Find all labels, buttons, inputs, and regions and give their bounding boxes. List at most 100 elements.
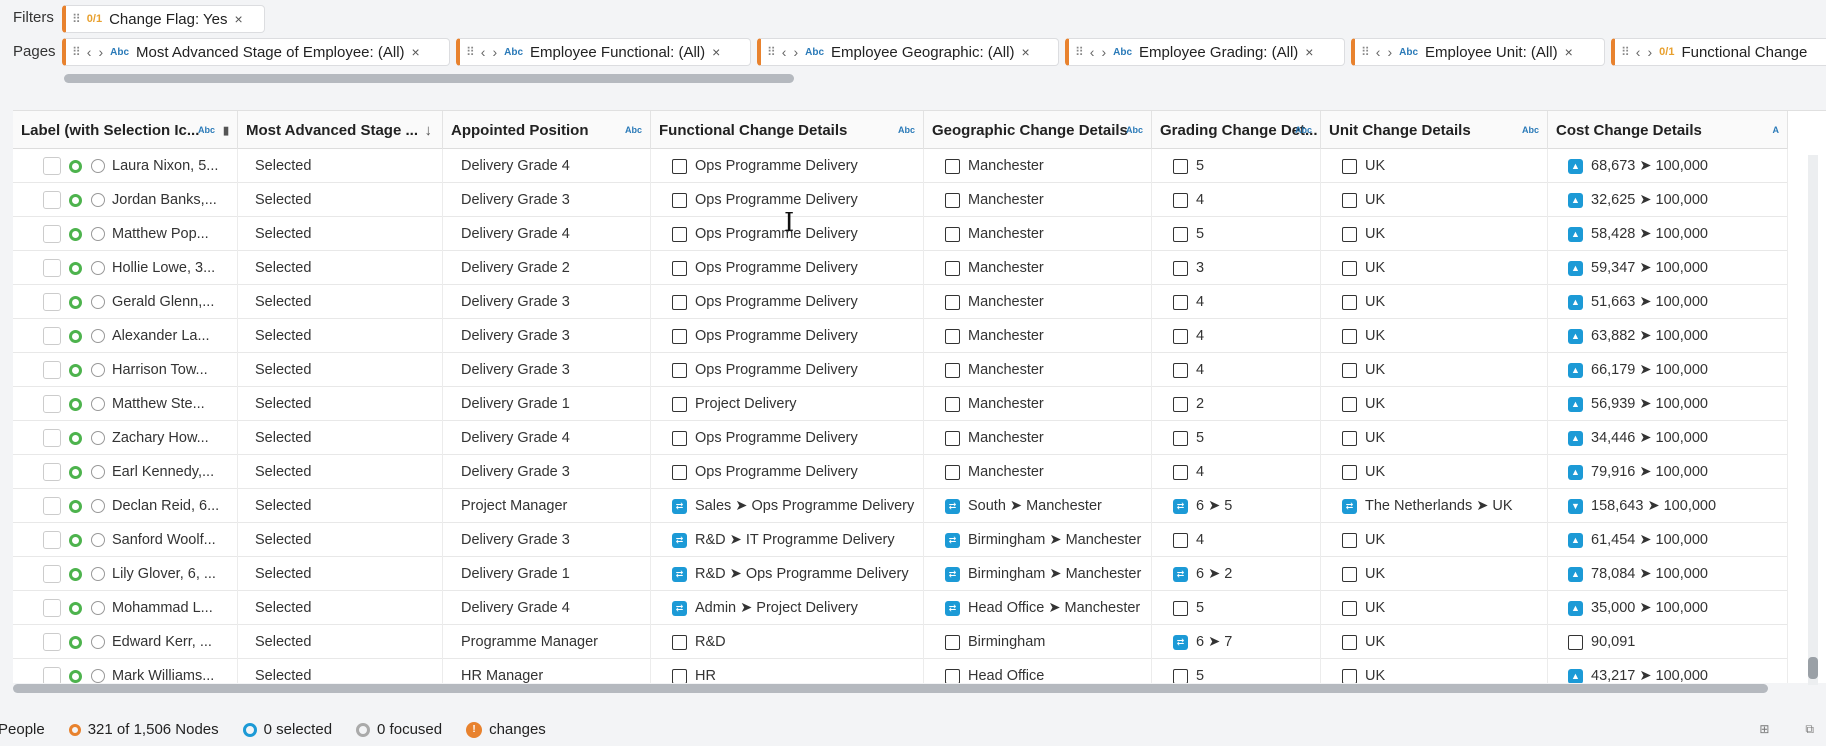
column-header[interactable]: Label (with Selection Ic... Abc ▮	[13, 111, 238, 149]
position-cell[interactable]: Delivery Grade 1	[443, 387, 651, 421]
unit-change-cell[interactable]: UK	[1321, 659, 1548, 683]
chevron-left-icon[interactable]: ‹	[782, 44, 787, 60]
page-pill[interactable]: ⠿ ‹ › 0/1 Functional Change	[1611, 38, 1826, 66]
geographic-change-cell[interactable]: Manchester	[924, 149, 1152, 183]
sort-descending-icon[interactable]: ↓	[425, 122, 433, 139]
geographic-change-cell[interactable]: Manchester	[924, 217, 1152, 251]
remove-page-icon[interactable]: ×	[1305, 44, 1313, 60]
grading-change-cell[interactable]: 5	[1152, 149, 1321, 183]
unit-change-cell[interactable]: UK	[1321, 625, 1548, 659]
row-select-checkbox[interactable]	[43, 293, 61, 311]
label-cell[interactable]: Hollie Lowe, 3...	[13, 251, 238, 285]
focus-status-icon[interactable]	[91, 227, 105, 241]
grading-change-cell[interactable]: 4	[1152, 523, 1321, 557]
label-cell[interactable]: Alexander La...	[13, 319, 238, 353]
stage-cell[interactable]: Selected	[238, 285, 443, 319]
cost-change-cell[interactable]: ▲ 43,217 ➤ 100,000	[1548, 659, 1788, 683]
row-select-checkbox[interactable]	[43, 395, 61, 413]
page-pill[interactable]: ⠿ ‹ › Abc Most Advanced Stage of Employee: (…	[62, 38, 450, 66]
drag-handle-icon[interactable]: ⠿	[1075, 45, 1084, 59]
focus-status-icon[interactable]	[91, 635, 105, 649]
grading-change-cell[interactable]: 5	[1152, 659, 1321, 683]
column-header[interactable]: Functional Change Details Abc	[651, 111, 924, 149]
drag-handle-icon[interactable]: ⠿	[1621, 45, 1630, 59]
unit-change-cell[interactable]: UK	[1321, 183, 1548, 217]
geographic-change-cell[interactable]: ⇄ South ➤ Manchester	[924, 489, 1152, 523]
remove-page-icon[interactable]: ×	[1565, 44, 1573, 60]
functional-change-cell[interactable]: R&D	[651, 625, 924, 659]
chevron-right-icon[interactable]: ›	[492, 44, 497, 60]
pages-scrollbar[interactable]	[64, 74, 794, 83]
focus-status-icon[interactable]	[91, 669, 105, 683]
column-header[interactable]: Appointed Position Abc	[443, 111, 651, 149]
label-cell[interactable]: Sanford Woolf...	[13, 523, 238, 557]
row-select-checkbox[interactable]	[43, 599, 61, 617]
stage-cell[interactable]: Selected	[238, 557, 443, 591]
label-cell[interactable]: Zachary How...	[13, 421, 238, 455]
table-row[interactable]: Hollie Lowe, 3... Selected Delivery Grade …	[13, 251, 1788, 285]
unit-change-cell[interactable]: UK	[1321, 455, 1548, 489]
grading-change-cell[interactable]: 5	[1152, 421, 1321, 455]
geographic-change-cell[interactable]: ⇄ Birmingham ➤ Manchester	[924, 557, 1152, 591]
grading-change-cell[interactable]: 4	[1152, 319, 1321, 353]
row-select-checkbox[interactable]	[43, 191, 61, 209]
changes-indicator[interactable]: ! changes	[466, 721, 546, 738]
position-cell[interactable]: Delivery Grade 3	[443, 285, 651, 319]
position-cell[interactable]: Delivery Grade 3	[443, 183, 651, 217]
unit-change-cell[interactable]: UK	[1321, 149, 1548, 183]
stage-cell[interactable]: Selected	[238, 387, 443, 421]
stage-cell[interactable]: Selected	[238, 489, 443, 523]
stage-cell[interactable]: Selected	[238, 149, 443, 183]
stage-cell[interactable]: Selected	[238, 353, 443, 387]
cost-change-cell[interactable]: ▲ 59,347 ➤ 100,000	[1548, 251, 1788, 285]
functional-change-cell[interactable]: ⇄ R&D ➤ IT Programme Delivery	[651, 523, 924, 557]
page-pill[interactable]: ⠿ ‹ › Abc Employee Geographic: (All) ×	[757, 38, 1059, 66]
add-panel-icon[interactable]: ⊞	[1759, 722, 1769, 737]
position-cell[interactable]: Delivery Grade 1	[443, 557, 651, 591]
drag-handle-icon[interactable]: ⠿	[72, 45, 81, 59]
position-cell[interactable]: Delivery Grade 4	[443, 591, 651, 625]
functional-change-cell[interactable]: Ops Programme Delivery	[651, 285, 924, 319]
cost-change-cell[interactable]: ▲ 79,916 ➤ 100,000	[1548, 455, 1788, 489]
functional-change-cell[interactable]: ⇄ Sales ➤ Ops Programme Delivery	[651, 489, 924, 523]
chevron-left-icon[interactable]: ‹	[481, 44, 486, 60]
table-row[interactable]: Declan Reid, 6... Selected Project Manager…	[13, 489, 1788, 523]
cost-change-cell[interactable]: ▲ 32,625 ➤ 100,000	[1548, 183, 1788, 217]
label-cell[interactable]: Edward Kerr, ...	[13, 625, 238, 659]
position-cell[interactable]: Programme Manager	[443, 625, 651, 659]
geographic-change-cell[interactable]: ⇄ Head Office ➤ Manchester	[924, 591, 1152, 625]
position-cell[interactable]: Delivery Grade 4	[443, 421, 651, 455]
position-cell[interactable]: Delivery Grade 3	[443, 319, 651, 353]
grading-change-cell[interactable]: 5	[1152, 217, 1321, 251]
grading-change-cell[interactable]: 4	[1152, 353, 1321, 387]
drag-handle-icon[interactable]: ⠿	[767, 45, 776, 59]
unit-change-cell[interactable]: UK	[1321, 523, 1548, 557]
unit-change-cell[interactable]: UK	[1321, 591, 1548, 625]
focus-status-icon[interactable]	[91, 329, 105, 343]
position-cell[interactable]: Delivery Grade 2	[443, 251, 651, 285]
focused-count[interactable]: 0 focused	[356, 721, 442, 738]
geographic-change-cell[interactable]: Manchester	[924, 455, 1152, 489]
position-cell[interactable]: HR Manager	[443, 659, 651, 683]
grading-change-cell[interactable]: ⇄ 6 ➤ 7	[1152, 625, 1321, 659]
chevron-left-icon[interactable]: ‹	[1376, 44, 1381, 60]
table-row[interactable]: Harrison Tow... Selected Delivery Grade 3 O…	[13, 353, 1788, 387]
geographic-change-cell[interactable]: Manchester	[924, 183, 1152, 217]
label-cell[interactable]: Matthew Pop...	[13, 217, 238, 251]
label-cell[interactable]: Laura Nixon, 5...	[13, 149, 238, 183]
chevron-right-icon[interactable]: ›	[98, 44, 103, 60]
stage-cell[interactable]: Selected	[238, 319, 443, 353]
unit-change-cell[interactable]: UK	[1321, 217, 1548, 251]
position-cell[interactable]: Project Manager	[443, 489, 651, 523]
chevron-right-icon[interactable]: ›	[793, 44, 798, 60]
table-row[interactable]: Mohammad L... Selected Delivery Grade 4 ⇄ Ad…	[13, 591, 1788, 625]
nodes-count[interactable]: 321 of 1,506 Nodes	[68, 721, 219, 738]
unit-change-cell[interactable]: UK	[1321, 353, 1548, 387]
chevron-left-icon[interactable]: ‹	[1636, 44, 1641, 60]
cost-change-cell[interactable]: ▲ 68,673 ➤ 100,000	[1548, 149, 1788, 183]
unit-change-cell[interactable]: UK	[1321, 421, 1548, 455]
unit-change-cell[interactable]: UK	[1321, 251, 1548, 285]
page-pill[interactable]: ⠿ ‹ › Abc Employee Functional: (All) ×	[456, 38, 751, 66]
stage-cell[interactable]: Selected	[238, 421, 443, 455]
table-row[interactable]: Jordan Banks,... Selected Delivery Grade 3…	[13, 183, 1788, 217]
